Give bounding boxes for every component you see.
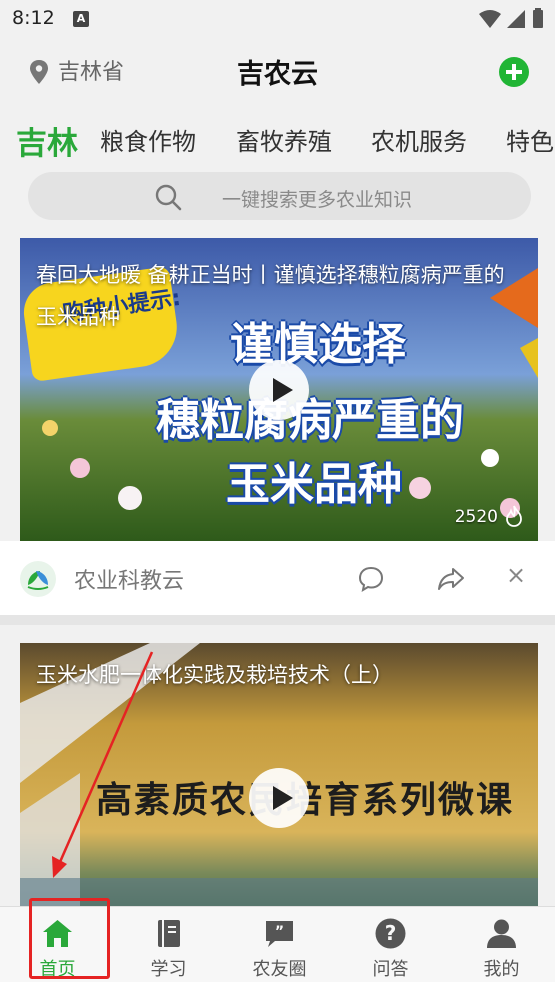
svg-text:”: ” (275, 924, 284, 940)
search-input[interactable]: 一键搜索更多农业知识 (28, 172, 531, 220)
signal-battery-icons (479, 8, 543, 28)
status-time: 8:12 (12, 7, 55, 29)
question-icon: ? (375, 918, 406, 949)
nav-label: 农友圈 (252, 959, 307, 980)
tab-specialty[interactable]: 特色 (506, 122, 554, 157)
video-title[interactable]: 春回大地暖 备耕正当时丨谨慎选择穗粒腐病严重的玉米品种 (36, 254, 522, 338)
divider (0, 615, 555, 625)
status-bar: 8:12 A (0, 0, 555, 38)
category-tabs: 吉林 粮食作物 畜牧养殖 农机服务 特色 (0, 106, 555, 168)
source-avatar[interactable] (20, 561, 56, 597)
source-name[interactable]: 农业科教云 (74, 563, 184, 595)
svg-text:?: ? (385, 921, 397, 945)
search-placeholder: 一键搜索更多农业知识 (222, 189, 413, 211)
card-footer: 农业科教云 × (0, 541, 555, 615)
thumbnail-text-line: 玉米品种 (226, 459, 402, 510)
leaf-logo-icon (27, 571, 49, 590)
share-icon[interactable] (437, 565, 465, 593)
fire-icon (506, 505, 522, 527)
view-count: 2520 (454, 507, 498, 527)
annotation-highlight-box (29, 898, 110, 979)
tab-farm-machinery[interactable]: 农机服务 (371, 122, 467, 157)
search-area: 一键搜索更多农业知识 (0, 168, 555, 232)
nav-qa[interactable]: ? 问答 (335, 907, 446, 982)
nav-mine[interactable]: 我的 (446, 907, 555, 982)
user-icon (487, 919, 516, 948)
comment-icon[interactable] (357, 565, 385, 593)
thumbnail-text-line: 穗粒腐病严重的 (156, 395, 464, 446)
app-header: 吉林省 吉农云 (0, 38, 555, 106)
video-card[interactable]: 购种小提示: 谨慎选择 穗粒腐病严重的 玉米品种 春回大地暖 备耕正当时丨谨慎选… (20, 238, 538, 541)
feed: 购种小提示: 谨慎选择 穗粒腐病严重的 玉米品种 春回大地暖 备耕正当时丨谨慎选… (0, 232, 555, 906)
nav-label: 我的 (483, 959, 520, 980)
search-icon (155, 184, 182, 211)
chat-quote-icon: ” (266, 921, 293, 947)
nav-label: 问答 (372, 959, 409, 980)
app-title: 吉农云 (237, 59, 318, 90)
video-title[interactable]: 玉米水肥一体化实践及栽培技术（上） (36, 659, 393, 689)
tab-grain-crops[interactable]: 粮食作物 (100, 122, 196, 157)
nav-label: 学习 (150, 959, 187, 980)
tab-livestock[interactable]: 畜牧养殖 (236, 122, 332, 157)
video-card[interactable]: 玉米水肥一体化实践及栽培技术（上） 高素质农民培育系列微课 (20, 643, 538, 906)
play-button[interactable] (249, 768, 309, 828)
close-icon[interactable]: × (506, 561, 526, 589)
add-button[interactable] (499, 57, 529, 87)
nav-study[interactable]: 学习 (113, 907, 224, 982)
nav-friends-circle[interactable]: ” 农友圈 (224, 907, 335, 982)
notification-icon: A (73, 11, 89, 27)
play-button[interactable] (249, 359, 309, 420)
tab-jilin[interactable]: 吉林 (16, 118, 78, 163)
book-icon (158, 920, 180, 947)
